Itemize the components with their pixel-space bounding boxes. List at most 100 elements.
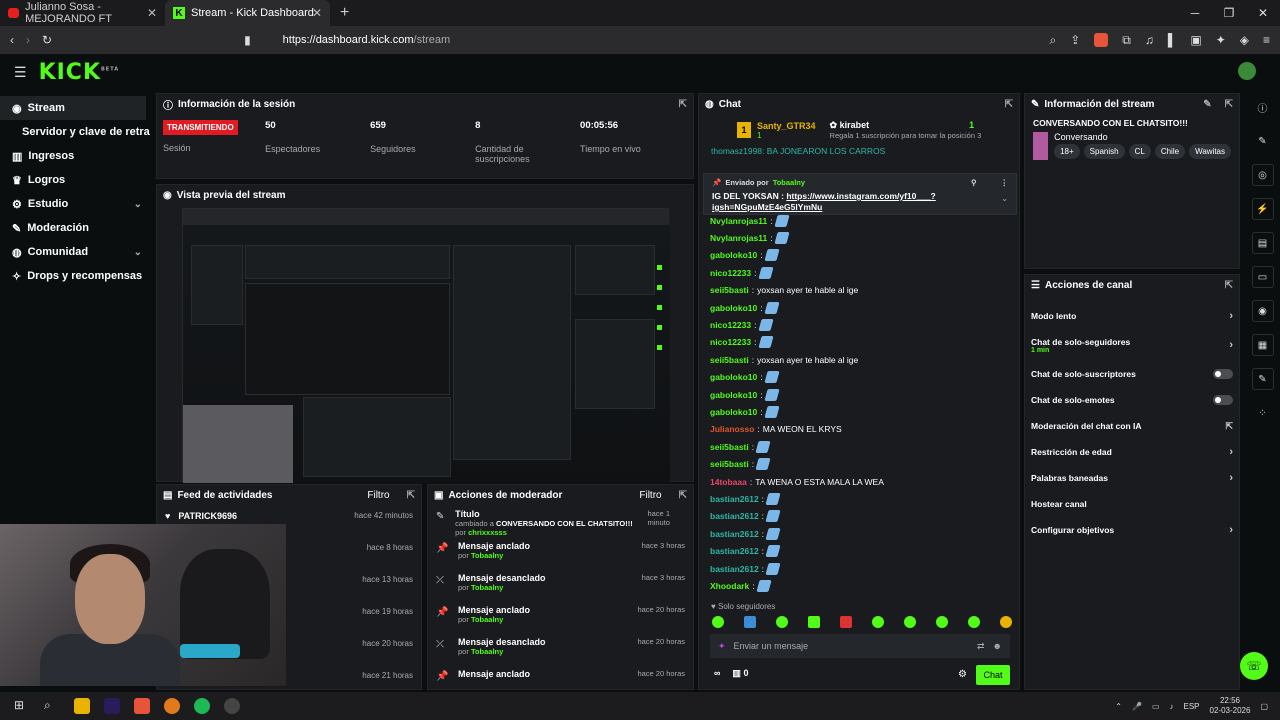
- close-icon[interactable]: ✕: [147, 6, 157, 20]
- mic-icon[interactable]: 🎤: [1132, 702, 1142, 711]
- database-icon[interactable]: ▦: [1251, 334, 1274, 356]
- sidebar-item-drops[interactable]: ✧ Drops y recompensas: [0, 264, 150, 288]
- tag-chip[interactable]: 18+: [1054, 144, 1080, 159]
- chevron-up-icon[interactable]: ⌃: [1115, 702, 1122, 711]
- settings-icon[interactable]: ⚙: [958, 669, 967, 680]
- pencil-icon[interactable]: ✎: [1252, 130, 1274, 152]
- close-icon[interactable]: ✕: [312, 6, 322, 20]
- volume-icon[interactable]: ♪: [1170, 702, 1174, 711]
- filter-button[interactable]: Filtro: [639, 490, 661, 501]
- help-button[interactable]: ☏: [1240, 652, 1268, 680]
- broadcast-icon[interactable]: ◉: [1251, 300, 1274, 322]
- channel-action-item[interactable]: Chat de solo-seguidores 1 min ›: [1025, 329, 1239, 361]
- send-chat-button[interactable]: Chat: [976, 665, 1010, 685]
- chevron-down-icon[interactable]: ⌄: [1001, 194, 1008, 203]
- vpn-icon[interactable]: ◈: [1240, 33, 1249, 48]
- sidebar-item-estudio[interactable]: ⚙ Estudio ⌄: [0, 192, 150, 216]
- forward-icon[interactable]: ›: [26, 33, 30, 47]
- network-icon[interactable]: ▭: [1152, 702, 1160, 711]
- more-icon[interactable]: ⋮: [1001, 178, 1009, 187]
- url-field[interactable]: https://dashboard.kick.com/stream: [283, 34, 451, 46]
- emote-icon[interactable]: [776, 616, 788, 628]
- avatar[interactable]: [1238, 62, 1256, 80]
- channel-action-item[interactable]: Modo lento ›: [1025, 303, 1239, 329]
- tab-youtube[interactable]: Julianno Sosa - MEJORANDO FT ✕: [0, 0, 165, 26]
- spotify-icon[interactable]: [194, 698, 210, 714]
- sidebar-item-ingresos[interactable]: ▥ Ingresos: [0, 144, 150, 168]
- popout-icon[interactable]: ⇱: [679, 490, 687, 501]
- tab-kick-dashboard[interactable]: K Stream - Kick Dashboard ✕: [165, 0, 330, 26]
- kick-logo[interactable]: KICKBETA: [39, 60, 120, 85]
- infinity-icon[interactable]: ∞: [714, 668, 720, 679]
- tag-chip[interactable]: CL: [1128, 144, 1151, 159]
- emote-icon[interactable]: [744, 616, 756, 628]
- chat-icon[interactable]: ▭: [1251, 266, 1274, 288]
- emote-icon[interactable]: [936, 616, 948, 628]
- sidebar-item-stream[interactable]: ◉ Stream: [0, 96, 146, 120]
- target-icon[interactable]: ◎: [1251, 164, 1274, 186]
- sidebar-item-comunidad[interactable]: ◍ Comunidad ⌄: [0, 240, 150, 264]
- bolt-icon[interactable]: ⚡: [1251, 198, 1274, 220]
- toggle-switch[interactable]: [1213, 369, 1233, 379]
- music-icon[interactable]: ♫: [1145, 33, 1154, 48]
- stream-preview-video[interactable]: [182, 208, 670, 483]
- wrench-icon[interactable]: ✎: [1251, 368, 1274, 390]
- emote-icon[interactable]: [968, 616, 980, 628]
- emoji-icon[interactable]: ☻: [993, 641, 1002, 651]
- emote-icon[interactable]: [872, 616, 884, 628]
- channel-action-item[interactable]: Palabras baneadas ›: [1025, 465, 1239, 491]
- tag-chip[interactable]: Wawitas: [1189, 144, 1231, 159]
- wallet-icon[interactable]: ▣: [1190, 33, 1201, 48]
- share-icon[interactable]: ⇪: [1070, 33, 1080, 48]
- tag-chip[interactable]: Spanish: [1083, 144, 1125, 159]
- channel-action-item[interactable]: Configurar objetivos ›: [1025, 517, 1239, 543]
- bookmark-icon[interactable]: ▮: [244, 33, 251, 47]
- hamburger-icon[interactable]: ☰: [14, 64, 27, 81]
- tag-chip[interactable]: Chile: [1154, 144, 1186, 159]
- new-tab-button[interactable]: +: [340, 4, 349, 22]
- document-icon[interactable]: ▤: [1251, 232, 1274, 254]
- obs-icon[interactable]: [224, 698, 240, 714]
- menu-icon[interactable]: ≡: [1263, 33, 1270, 48]
- sidebar-item-logros[interactable]: ♛ Logros: [0, 168, 150, 192]
- points-icon[interactable]: ▥ 0: [732, 668, 748, 679]
- premiere-icon[interactable]: [104, 698, 120, 714]
- sidebar-item-moderacion[interactable]: ✎ Moderación: [0, 216, 150, 240]
- brave-icon[interactable]: [134, 698, 150, 714]
- toggle-switch[interactable]: [1213, 395, 1233, 405]
- pinned-message[interactable]: 📌 Enviado por Tobaalny ⚲ ⋮ IG DEL YOKSAN : h…: [703, 173, 1017, 215]
- ai-icon[interactable]: ✦: [1216, 33, 1226, 48]
- translate-icon[interactable]: ⇄: [977, 641, 985, 652]
- back-icon[interactable]: ‹: [10, 33, 14, 47]
- minimize-button[interactable]: ─: [1178, 0, 1212, 26]
- filter-button[interactable]: Filtro: [367, 490, 389, 501]
- popout-icon[interactable]: ⇱: [679, 99, 687, 110]
- pin-icon[interactable]: ⚲: [971, 178, 977, 187]
- notification-icon[interactable]: ▢: [1260, 702, 1268, 711]
- maximize-button[interactable]: ❐: [1212, 0, 1246, 26]
- edit-icon[interactable]: ✎: [1203, 99, 1211, 110]
- reload-icon[interactable]: ↻: [42, 33, 52, 47]
- emote-icon[interactable]: [1000, 616, 1012, 628]
- search-icon[interactable]: ⌕: [44, 698, 60, 714]
- popout-icon[interactable]: ⇱: [1225, 99, 1233, 110]
- emote-icon[interactable]: [808, 616, 820, 628]
- sidebar-subitem-server-key[interactable]: Servidor y clave de retransmisión: [0, 120, 150, 144]
- folder-icon[interactable]: [74, 698, 90, 714]
- popout-icon[interactable]: ⇱: [407, 490, 415, 501]
- close-window-button[interactable]: ✕: [1246, 0, 1280, 26]
- windows-icon[interactable]: ⊞: [14, 698, 30, 714]
- brave-shield-icon[interactable]: [1094, 32, 1109, 47]
- emote-icon[interactable]: [840, 616, 852, 628]
- popout-icon[interactable]: ⇱: [1225, 280, 1233, 291]
- channel-action-item[interactable]: Chat de solo-emotes: [1025, 387, 1239, 413]
- info-icon[interactable]: ⓘ: [1252, 96, 1274, 118]
- popout-icon[interactable]: ⇱: [1005, 99, 1013, 110]
- more-icon[interactable]: ⁘: [1252, 402, 1274, 424]
- channel-action-item[interactable]: Restricción de edad ›: [1025, 439, 1239, 465]
- chat-input[interactable]: ✦ Enviar un mensaje ⇄ ☻: [710, 634, 1010, 658]
- channel-action-item[interactable]: Hostear canal: [1025, 491, 1239, 517]
- zoom-icon[interactable]: ⌕: [1049, 33, 1056, 48]
- emote-icon[interactable]: [904, 616, 916, 628]
- sidebar-icon[interactable]: ▌: [1168, 33, 1177, 48]
